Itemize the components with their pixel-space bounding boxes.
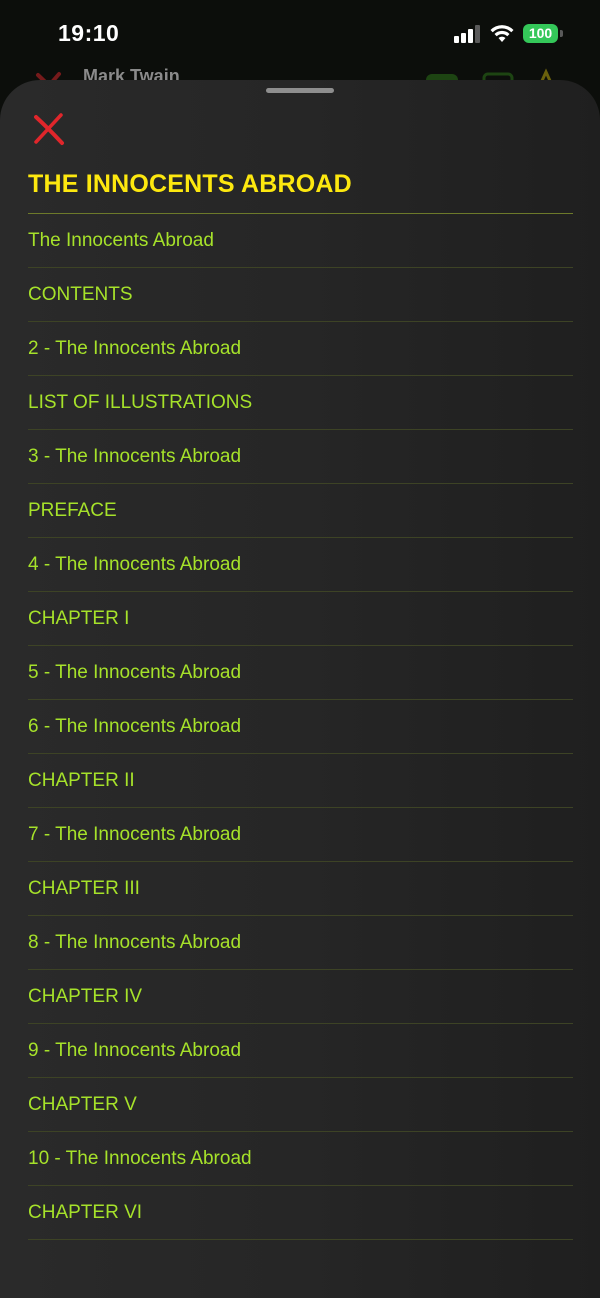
table-of-contents: The Innocents Abroad CONTENTS 2 - The In… <box>28 214 573 1240</box>
toc-item[interactable]: 8 - The Innocents Abroad <box>28 916 573 970</box>
wifi-icon <box>490 25 514 42</box>
toc-item[interactable]: 10 - The Innocents Abroad <box>28 1132 573 1186</box>
cellular-signal-icon <box>454 25 482 43</box>
battery-icon: 100 <box>523 24 558 43</box>
book-title: THE INNOCENTS ABROAD <box>28 170 352 198</box>
screen: 19:10 100 Mark Twain THE INNOCENTS ABROA… <box>0 0 600 1298</box>
toc-item[interactable]: 4 - The Innocents Abroad <box>28 538 573 592</box>
battery-nub <box>560 30 563 37</box>
toc-item[interactable]: CHAPTER IV <box>28 970 573 1024</box>
toc-item[interactable]: PREFACE <box>28 484 573 538</box>
toc-item[interactable]: CHAPTER VI <box>28 1186 573 1240</box>
sheet-grabber[interactable] <box>266 88 334 93</box>
toc-item[interactable]: 5 - The Innocents Abroad <box>28 646 573 700</box>
toc-item[interactable]: CONTENTS <box>28 268 573 322</box>
toc-item[interactable]: 6 - The Innocents Abroad <box>28 700 573 754</box>
status-bar: 19:10 100 <box>0 0 600 62</box>
toc-item[interactable]: 9 - The Innocents Abroad <box>28 1024 573 1078</box>
toc-item[interactable]: 2 - The Innocents Abroad <box>28 322 573 376</box>
contents-sheet: THE INNOCENTS ABROAD The Innocents Abroa… <box>0 80 600 1298</box>
toc-item[interactable]: 3 - The Innocents Abroad <box>28 430 573 484</box>
toc-item[interactable]: 7 - The Innocents Abroad <box>28 808 573 862</box>
toc-item[interactable]: CHAPTER V <box>28 1078 573 1132</box>
status-time: 19:10 <box>58 20 120 46</box>
toc-item[interactable]: CHAPTER III <box>28 862 573 916</box>
close-icon[interactable] <box>32 112 66 146</box>
toc-item[interactable]: The Innocents Abroad <box>28 214 573 268</box>
toc-item[interactable]: LIST OF ILLUSTRATIONS <box>28 376 573 430</box>
toc-item[interactable]: CHAPTER II <box>28 754 573 808</box>
toc-item[interactable]: CHAPTER I <box>28 592 573 646</box>
